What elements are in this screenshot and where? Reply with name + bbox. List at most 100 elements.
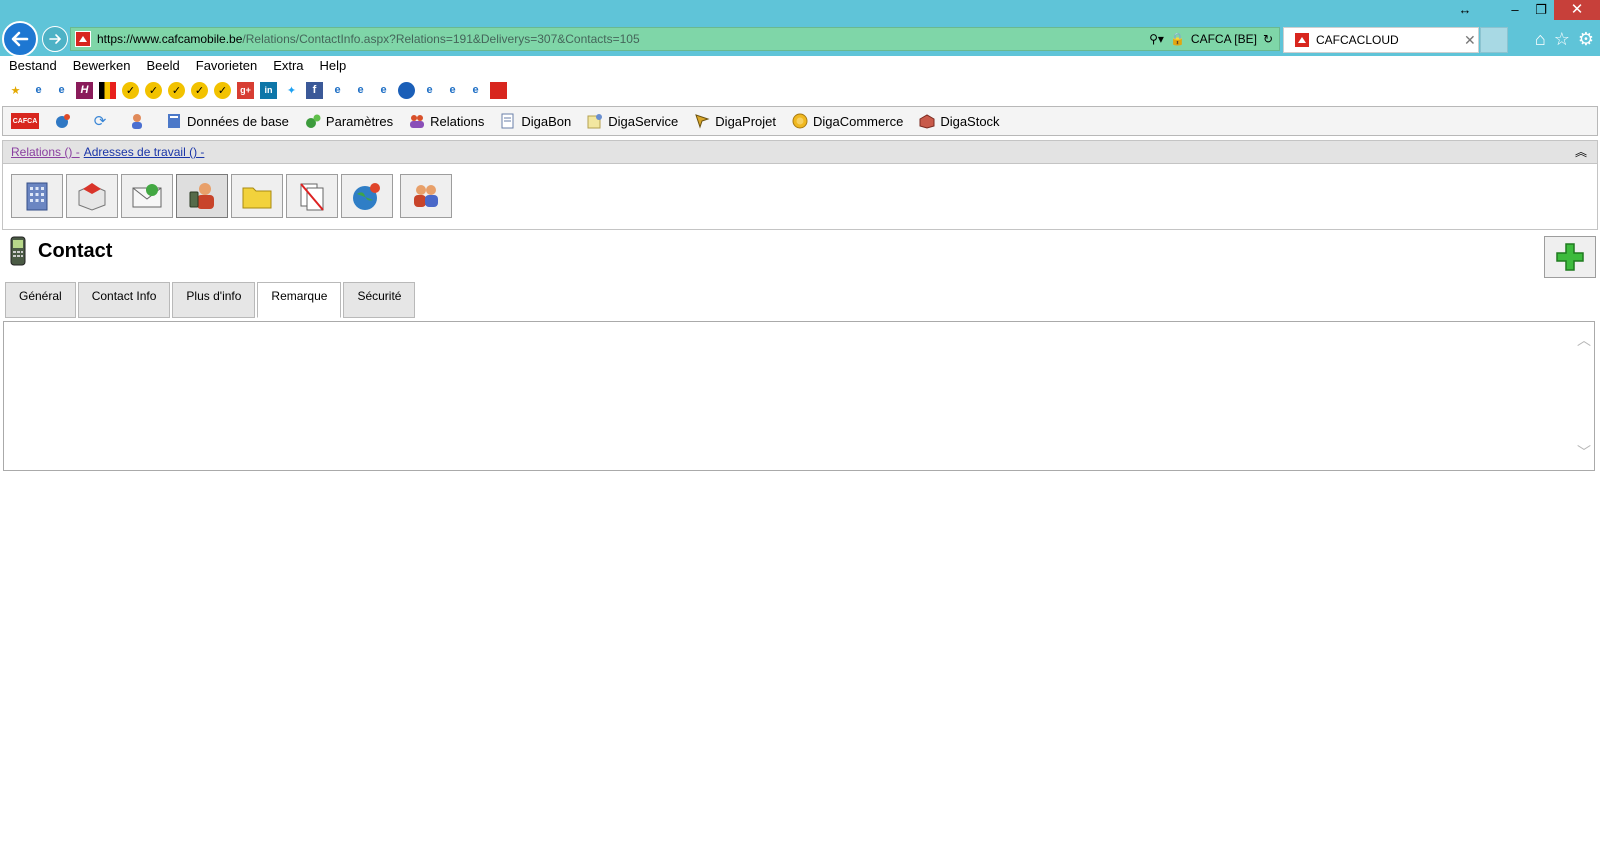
menu-favorieten[interactable]: Favorieten <box>196 56 257 76</box>
mail-button[interactable] <box>121 174 173 218</box>
favorites-star-icon[interactable]: ☆ <box>1554 29 1570 50</box>
ie-link-icon[interactable]: e <box>467 82 484 99</box>
google-plus-icon[interactable]: g+ <box>237 81 254 99</box>
ie-link-icon[interactable]: e <box>421 82 438 99</box>
nav-digacommerce[interactable]: DigaCommerce <box>792 113 903 129</box>
folder-button[interactable] <box>231 174 283 218</box>
menu-beeld[interactable]: Beeld <box>147 56 180 76</box>
page-title: Contact <box>38 239 113 262</box>
scroll-up-icon[interactable]: ︿ <box>1576 330 1592 348</box>
linkedin-icon[interactable]: in <box>260 81 277 99</box>
nav-digaprojet[interactable]: DigaProjet <box>694 113 776 129</box>
ie-link-icon[interactable]: e <box>444 82 461 99</box>
breadcrumb-adresses-link[interactable]: Adresses de travail () - <box>84 145 205 159</box>
sync-icon: ⟳ <box>93 113 107 130</box>
tab-remarque[interactable]: Remarque <box>257 282 342 318</box>
search-icon[interactable]: ⚲▾ <box>1149 32 1164 46</box>
close-tab-icon[interactable]: ✕ <box>1464 32 1478 49</box>
h-brand-icon[interactable]: H <box>76 81 93 99</box>
nav-parametres[interactable]: Paramètres <box>305 113 393 129</box>
scroll-down-icon[interactable]: ﹀ <box>1576 442 1592 460</box>
nav-digastock[interactable]: DigaStock <box>919 113 1000 129</box>
menu-bestand[interactable]: Bestand <box>9 56 57 76</box>
tab-title: CAFCACLOUD <box>1316 33 1399 47</box>
address-bar[interactable]: https://www.cafcamobile.be/Relations/Con… <box>70 27 1280 51</box>
relations-persons-button[interactable] <box>400 174 452 218</box>
nav-digabon[interactable]: DigaBon <box>500 113 571 129</box>
relations-icon <box>409 113 425 129</box>
resize-icon[interactable]: ↔ <box>1452 0 1478 20</box>
minimize-button[interactable]: – <box>1502 0 1528 20</box>
ie-link-icon[interactable]: e <box>53 82 70 99</box>
site-favicon-icon <box>75 31 91 47</box>
settings-gear-icon[interactable]: ⚙ <box>1578 29 1594 50</box>
url-text[interactable]: https://www.cafcamobile.be/Relations/Con… <box>97 32 1149 46</box>
browser-tab-cafcacloud[interactable]: CAFCACLOUD ✕ <box>1283 27 1479 53</box>
facebook-icon[interactable]: f <box>306 81 323 99</box>
add-button[interactable] <box>1544 236 1596 278</box>
nav-digaservice[interactable]: DigaService <box>587 113 678 129</box>
contact-button[interactable] <box>176 174 228 218</box>
window-controls: ↔ – ❐ ✕ <box>1452 0 1600 20</box>
remark-text <box>4 322 1594 330</box>
tab-plus-dinfo[interactable]: Plus d'info <box>172 282 256 318</box>
database-icon <box>166 113 182 129</box>
delivery-button[interactable] <box>66 174 118 218</box>
speedometer-icon[interactable]: ✓ <box>191 81 208 99</box>
remark-textarea[interactable]: ︿ ﹀ <box>3 321 1595 471</box>
collapse-chevron-icon[interactable]: ︽ <box>1575 143 1587 160</box>
cafca-logo-icon[interactable] <box>490 81 507 99</box>
nav-relations[interactable]: Relations <box>409 113 484 129</box>
stock-box-icon <box>919 113 935 129</box>
ie-link-icon[interactable]: e <box>30 82 47 99</box>
project-icon <box>694 113 710 129</box>
package-icon <box>78 183 106 211</box>
home-icon[interactable]: ⌂ <box>1535 29 1546 50</box>
document-disabled-icon <box>300 183 324 211</box>
tab-general[interactable]: Général <box>5 282 76 318</box>
sync-tool-button[interactable]: ⟳ <box>92 113 113 130</box>
back-button[interactable] <box>2 21 38 57</box>
close-window-button[interactable]: ✕ <box>1554 0 1600 20</box>
ie-link-icon[interactable]: e <box>329 82 346 99</box>
cafca-logo[interactable]: CAFCA <box>11 113 39 129</box>
web-button[interactable] <box>341 174 393 218</box>
no-documents-button[interactable] <box>286 174 338 218</box>
arrow-right-icon <box>49 34 62 44</box>
breadcrumb-relations-link[interactable]: Relations () - <box>11 145 80 159</box>
menu-help[interactable]: Help <box>320 56 347 76</box>
menu-bewerken[interactable]: Bewerken <box>73 56 131 76</box>
globe-icon <box>55 113 71 129</box>
speedometer-icon[interactable]: ✓ <box>122 81 139 99</box>
user-tool-button[interactable] <box>129 113 150 129</box>
speedometer-icon[interactable]: ✓ <box>145 81 162 99</box>
ie-link-icon[interactable]: e <box>375 82 392 99</box>
contact-tabs: Général Contact Info Plus d'info Remarqu… <box>5 282 417 318</box>
twitter-icon[interactable]: ✦ <box>283 82 300 99</box>
menu-extra[interactable]: Extra <box>273 56 303 76</box>
flag-icon[interactable] <box>99 81 116 99</box>
ie-link-icon[interactable]: e <box>352 82 369 99</box>
mobile-phone-icon <box>10 236 26 266</box>
nav-donnees-de-base[interactable]: Données de base <box>166 113 289 129</box>
globe-icon[interactable] <box>398 81 415 99</box>
arrow-left-icon <box>11 31 29 47</box>
company-button[interactable] <box>11 174 63 218</box>
user-icon <box>129 113 145 129</box>
speedometer-icon[interactable]: ✓ <box>214 81 231 99</box>
restore-button[interactable]: ❐ <box>1528 0 1554 20</box>
refresh-icon[interactable]: ↻ <box>1263 32 1273 46</box>
gears-icon <box>305 113 321 129</box>
plus-icon <box>1556 243 1584 271</box>
globe-tool-button[interactable] <box>55 113 76 129</box>
tab-favicon-icon <box>1294 32 1310 48</box>
menu-bar: Bestand Bewerken Beeld Favorieten Extra … <box>0 56 1600 76</box>
new-tab-button[interactable] <box>1480 27 1508 53</box>
certificate-label[interactable]: CAFCA [BE] <box>1191 32 1257 46</box>
add-favorite-icon[interactable]: ★ <box>7 82 24 99</box>
envelope-icon <box>132 184 162 208</box>
forward-button[interactable] <box>42 26 68 52</box>
speedometer-icon[interactable]: ✓ <box>168 81 185 99</box>
tab-securite[interactable]: Sécurité <box>343 282 416 318</box>
tab-contact-info[interactable]: Contact Info <box>77 282 171 318</box>
